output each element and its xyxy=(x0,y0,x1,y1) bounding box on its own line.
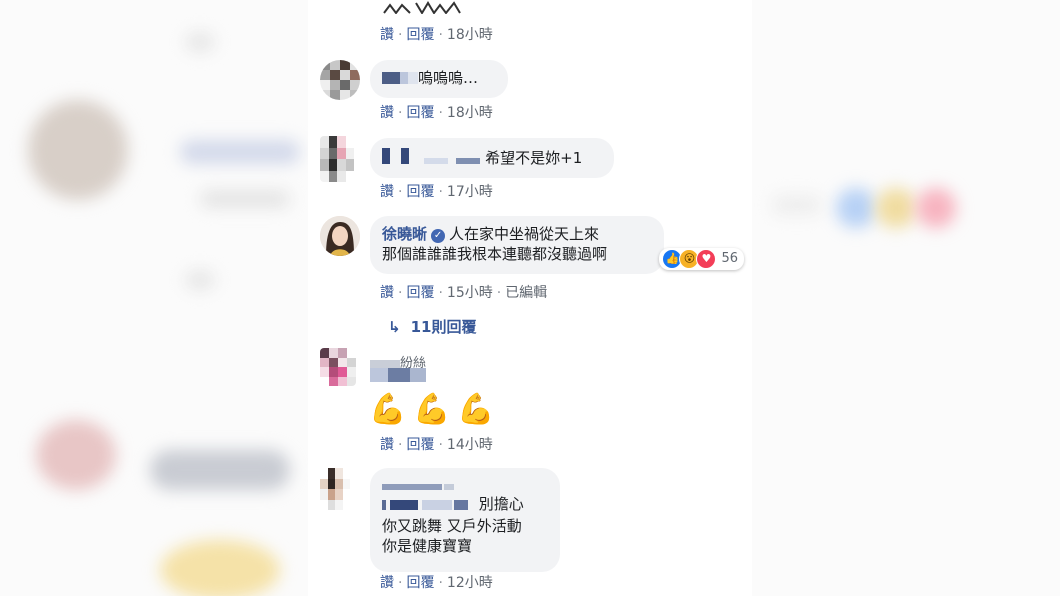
like-link[interactable]: 讚 xyxy=(380,184,394,200)
blurred-background-left xyxy=(0,0,308,596)
timestamp[interactable]: 18小時 xyxy=(447,105,493,121)
reply-link[interactable]: 回覆 xyxy=(406,27,434,43)
comment-actions: 讚 · 回覆 · 15小時 · 已編輯 xyxy=(380,285,548,301)
comment-feed: 讚 · 回覆 · 18小時 嗚嗚嗚… 讚 · 回覆 · 18小時 希望不是妳+1… xyxy=(308,0,752,596)
comment-actions: 讚 · 回覆 · 18小時 xyxy=(380,27,493,43)
comment-actions: 讚 · 回覆 · 14小時 xyxy=(380,437,493,453)
like-link[interactable]: 讚 xyxy=(380,105,394,121)
edited-label[interactable]: 已編輯 xyxy=(505,285,547,301)
timestamp[interactable]: 14小時 xyxy=(447,437,493,453)
censored-name xyxy=(382,148,390,164)
comment-text: 希望不是妳+1 xyxy=(485,149,583,167)
comment-actions: 讚 · 回覆 · 18小時 xyxy=(380,105,493,121)
reply-link[interactable]: 回覆 xyxy=(406,184,434,200)
like-link[interactable]: 讚 xyxy=(380,285,394,301)
avatar[interactable] xyxy=(320,60,360,100)
like-link[interactable]: 讚 xyxy=(380,437,394,453)
timestamp[interactable]: 15小時 xyxy=(447,285,493,301)
timestamp[interactable]: 12小時 xyxy=(447,575,493,591)
censored-name xyxy=(382,474,548,490)
avatar[interactable] xyxy=(320,468,350,510)
cropped-drawing xyxy=(380,0,470,14)
author-avatar[interactable] xyxy=(320,216,360,256)
flexed-biceps-emoji: 💪 xyxy=(369,392,407,427)
comment-text-line-2: 你又跳舞 又戶外活動 xyxy=(382,517,522,535)
reply-link[interactable]: 回覆 xyxy=(406,575,434,591)
reaction-summary[interactable]: 👍 😮 ♥ 56 xyxy=(659,248,744,270)
comment-text-line-1: 別擔心 xyxy=(382,494,548,516)
timestamp[interactable]: 17小時 xyxy=(447,184,493,200)
avatar[interactable] xyxy=(320,136,354,182)
comment-text-line-3: 你是健康寶寶 xyxy=(382,537,473,555)
love-reaction-icon: ♥ xyxy=(696,249,717,269)
replies-count-label: 11則回覆 xyxy=(410,318,477,336)
avatar[interactable] xyxy=(320,348,356,386)
comment-actions: 讚 · 回覆 · 17小時 xyxy=(380,184,493,200)
author-name[interactable]: 徐曉晰 xyxy=(382,225,427,243)
censored-text xyxy=(370,366,426,385)
comment-bubble: 希望不是妳+1 xyxy=(370,138,614,178)
comment-text-line-2: 那個誰誰誰我根本連聽都沒聽過啊 xyxy=(382,245,608,263)
like-link[interactable]: 讚 xyxy=(380,27,394,43)
censored-name xyxy=(382,72,400,84)
verified-badge-icon: ✓ xyxy=(431,229,446,243)
timestamp[interactable]: 18小時 xyxy=(447,27,493,43)
comment-actions: 讚 · 回覆 · 12小時 xyxy=(380,575,493,591)
reply-link[interactable]: 回覆 xyxy=(406,105,434,121)
view-replies-link[interactable]: ↳ 11則回覆 xyxy=(388,316,476,337)
reaction-count: 56 xyxy=(721,251,738,266)
reply-arrow-icon: ↳ xyxy=(388,318,401,336)
reply-link[interactable]: 回覆 xyxy=(406,437,434,453)
comment-bubble: 徐曉晰 ✓ 人在家中坐禍從天上來 那個誰誰誰我根本連聽都沒聽過啊 👍 😮 ♥ 56 xyxy=(370,216,744,274)
flexed-biceps-emoji: 💪 xyxy=(457,392,495,427)
screenshot-stage: 讚 · 回覆 · 18小時 嗚嗚嗚… 讚 · 回覆 · 18小時 希望不是妳+1… xyxy=(0,0,1060,596)
emoji-row: 💪 💪 💪 xyxy=(368,392,496,428)
blurred-background-right xyxy=(752,0,1060,596)
comment-bubble: 別擔心 你又跳舞 又戶外活動 你是健康寶寶 xyxy=(370,468,560,572)
comment-text: 嗚嗚嗚… xyxy=(418,69,479,87)
reply-link[interactable]: 回覆 xyxy=(406,285,434,301)
flexed-biceps-emoji: 💪 xyxy=(413,392,451,427)
like-link[interactable]: 讚 xyxy=(380,575,394,591)
comment-text-line-1: 人在家中坐禍從天上來 xyxy=(449,225,600,243)
comment-bubble: 嗚嗚嗚… xyxy=(370,60,508,98)
